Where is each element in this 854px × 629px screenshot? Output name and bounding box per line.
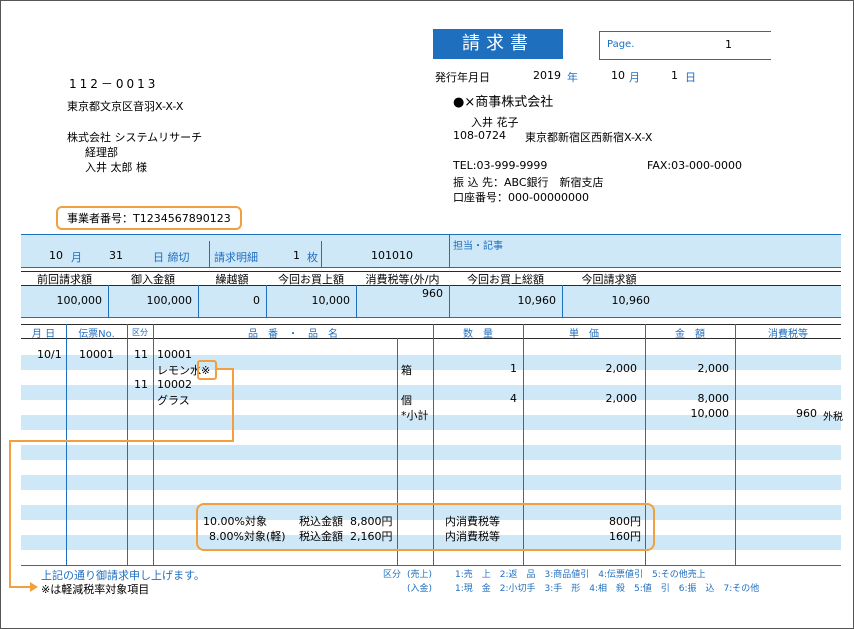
summary-header: 御入金額 <box>131 273 175 286</box>
summary-value: 100,000 <box>146 294 193 307</box>
tax2-incl: 2,160円 <box>350 530 393 543</box>
tax1-incl: 8,800円 <box>350 515 393 528</box>
summary-value: 10,000 <box>311 294 351 307</box>
summary-value: 960 <box>422 287 443 300</box>
subtotal-amount: 10,000 <box>690 407 730 420</box>
tax2-incl-label: 税込金額 <box>299 530 343 543</box>
summary-header: 今回お買上額 <box>278 273 344 286</box>
period-month-unit: 月 <box>71 251 82 264</box>
summary-value: 100,000 <box>56 294 103 307</box>
footer-sales-label: (売上) <box>407 570 433 580</box>
period-sheets-unit: 枚 <box>307 251 318 264</box>
row2-qty: 4 <box>510 392 517 405</box>
recipient-postal: 112－0013 <box>69 77 159 91</box>
issuer-person: 入井 花子 <box>471 116 519 129</box>
summary-value: 0 <box>253 294 260 307</box>
page-label: Page. <box>607 39 635 50</box>
issuer-address: 東京都新宿区西新宿X-X-X <box>525 131 653 144</box>
detail-header: 消費税等 <box>768 329 808 340</box>
detail-header: 品 番 ・ 品 名 <box>248 329 338 340</box>
registration-number: 事業者番号：T1234567890123 <box>67 212 231 225</box>
row2-kubun: 11 <box>134 378 148 391</box>
issue-month-unit: 月 <box>629 71 640 84</box>
tax1-rate: 10.00%対象 <box>203 515 267 528</box>
invoice-page: 請求書 Page. 1 発行年月日 2019 年 10 月 1 日 112－00… <box>0 0 854 629</box>
row2-name: グラス <box>157 394 190 407</box>
row1-amount: 2,000 <box>697 362 730 375</box>
footer-kubun-label: 区分 <box>383 570 402 580</box>
summary-header: 消費税等(外/内 <box>365 273 440 286</box>
tax2-rate: 8.00%対象(軽) <box>209 530 286 543</box>
period-sheets: 1 <box>293 249 300 262</box>
detail-header: 伝票No. <box>78 329 115 340</box>
period-month: 10 <box>49 249 63 262</box>
issuer-tel: TEL:03-999-9999 <box>453 159 548 172</box>
recipient-company: 株式会社 システムリサーチ <box>67 131 203 144</box>
summary-header: 今回請求額 <box>581 273 637 286</box>
footer-sales-codes: 1:売 上 2:返 品 3:商品値引 4:伝票値引 5:その他売上 <box>455 570 706 580</box>
memo-label: 担当・記事 <box>453 241 503 252</box>
summary-value: 10,960 <box>517 294 557 307</box>
row1-kubun: 11 <box>134 348 148 361</box>
row1-slip: 10001 <box>79 348 114 361</box>
issue-month: 10 <box>611 69 625 82</box>
row1-code: 10001 <box>157 348 192 361</box>
recipient-address: 東京都文京区音羽X-X-X <box>67 100 184 113</box>
subtotal-tax: 960 <box>796 407 817 420</box>
issue-year: 2019 <box>533 69 561 82</box>
summary-value: 10,960 <box>611 294 651 307</box>
summary-header: 前回請求額 <box>37 273 92 286</box>
row2-price: 2,000 <box>605 392 638 405</box>
page-number: 1 <box>725 38 732 51</box>
detail-header: 数 量 <box>463 329 493 340</box>
period-day: 31 <box>109 249 123 262</box>
detail-header: 金 額 <box>675 329 705 340</box>
period-detail-label: 請求明細 <box>214 251 258 264</box>
row1-price: 2,000 <box>605 362 638 375</box>
row1-unit: 箱 <box>401 364 412 377</box>
footer-note: ※は軽減税率対象項目 <box>41 583 150 596</box>
row2-code: 10002 <box>157 378 192 391</box>
issue-day: 1 <box>671 69 678 82</box>
tax2-tax-label: 内消費税等 <box>445 530 500 543</box>
row2-amount: 8,000 <box>697 392 730 405</box>
row2-unit: 個 <box>401 394 412 407</box>
row1-qty: 1 <box>510 362 517 375</box>
period-code: 101010 <box>371 249 413 262</box>
detail-header: 月 日 <box>31 329 56 340</box>
footer-payment-codes: 1:現 金 2:小切手 3:手 形 4:相 殺 5:値 引 6:振 込 7:その… <box>455 584 760 594</box>
issuer-postal: 108-0724 <box>453 129 506 142</box>
issue-day-unit: 日 <box>685 71 696 84</box>
period-closing: 日 締切 <box>153 251 190 264</box>
issue-year-unit: 年 <box>567 71 578 84</box>
subtotal-label: *小計 <box>401 409 429 422</box>
summary-header: 繰越額 <box>215 273 249 286</box>
summary-header: 今回お買上総額 <box>467 273 544 286</box>
detail-header: 区分 <box>132 328 148 337</box>
recipient-person: 入井 太郎 様 <box>85 161 147 174</box>
issuer-account: 口座番号：000-00000000 <box>453 191 589 204</box>
tax2-tax: 160円 <box>609 530 641 543</box>
subtotal-tax-type: 外税 <box>823 412 843 423</box>
row1-date: 10/1 <box>37 348 62 361</box>
tax1-tax: 800円 <box>609 515 641 528</box>
issuer-bank: 振 込 先：ABC銀行 新宿支店 <box>453 176 604 189</box>
title-box: 請求書 <box>433 29 563 59</box>
issuer-company: ●×商事株式会社 <box>453 95 554 110</box>
issuer-fax: FAX:03-000-0000 <box>647 159 743 172</box>
tax1-incl-label: 税込金額 <box>299 515 343 528</box>
footer-payment-label: (入金) <box>407 584 433 594</box>
issue-date-label: 発行年月日 <box>435 71 490 84</box>
detail-header: 単 価 <box>569 329 599 340</box>
tax1-tax-label: 内消費税等 <box>445 515 500 528</box>
recipient-dept: 経理部 <box>85 146 118 159</box>
